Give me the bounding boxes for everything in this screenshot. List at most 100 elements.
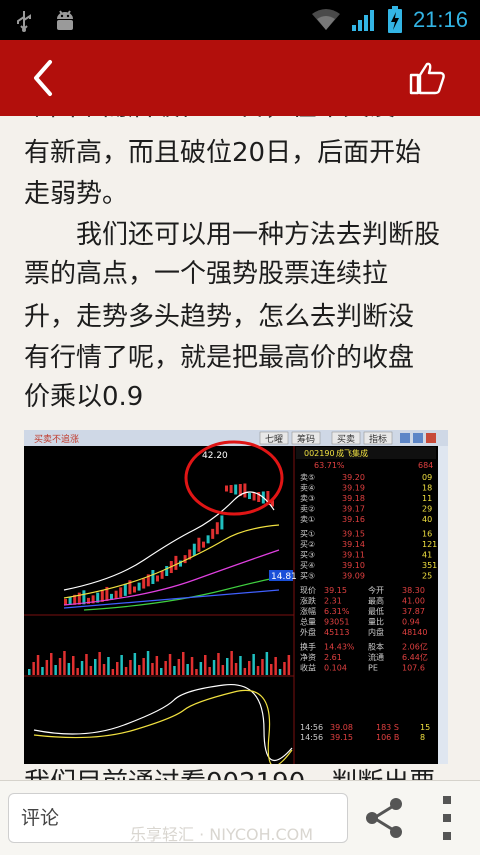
stat-label: 内盘 [368,627,384,637]
volume-bar [41,667,44,675]
stat-value: 45113 [324,628,349,637]
order-price: 39.14 [342,540,365,549]
order-label: 卖② [300,505,315,514]
battery-charging-icon [387,6,402,33]
volume-bar [80,661,84,675]
order-volume: 351 [422,561,437,570]
volume-bar [195,669,198,675]
order-label: 卖⑤ [300,473,315,482]
stat-label: 股本 [368,642,384,652]
candle [243,483,247,498]
peak-price-label: 42.20 [202,451,228,461]
order-volume: 121 [422,540,437,549]
article-line: 走弱势。 [24,179,129,209]
volume-bar [270,664,273,675]
peak-highlight-circle [184,440,284,516]
quote-board: 002190 成飞集成 63.71% 684 卖⑤ 39.20 09 卖④ 39.19 1… [296,447,437,742]
stat-label: 今开 [368,585,384,595]
stat-label: 流通 [368,652,384,662]
order-volume: 16 [422,530,432,539]
volume-bar [186,664,189,675]
tick-price: 39.15 [330,733,353,742]
volume-bar [63,651,66,675]
candle [225,485,228,492]
order-volume: 09 [422,473,432,482]
order-price: 39.19 [342,484,365,493]
chart-toolbar-item: 买卖 [337,434,355,445]
tick-volume: 106 B [376,733,399,742]
article-line: 有行情了呢，就是把最高价的收盘 [24,343,415,373]
tick-time: 14:56 [300,723,323,732]
candle [206,535,210,544]
ratio-value: 684 [418,461,433,470]
share-icon[interactable] [362,795,406,841]
volume-bar [72,656,75,675]
volume-bar [208,667,211,675]
price-panel: 42.20 14.81 [24,440,297,764]
article-content: 个回个而后破位20日，在不天没 有新高，而且破位20日，后面开始 走弱势。 我们… [0,116,480,780]
volume-bar [120,655,123,675]
candle [252,492,256,501]
article-line-partial-bottom: 我们目前通过看002190，判断出要 [24,762,435,780]
level-label: 14.81 [271,572,297,582]
volume-bar [221,665,225,675]
stat-label: 最高 [368,596,384,606]
volume-bar [190,657,194,675]
order-label: 买③ [300,551,315,560]
candle [82,590,86,605]
volume-bar [111,669,115,675]
order-label: 卖③ [300,494,315,503]
stat-value: 2.06亿 [402,642,428,652]
stat-value: 14.43% [324,643,355,652]
volume-bar [243,668,247,675]
stat-label: PE [368,664,378,673]
chevron-left-icon[interactable] [26,58,60,98]
chart-toolbar-item: 七曜 [265,434,283,445]
candle [165,566,169,577]
volume-bar [261,659,264,675]
stat-label: 总量 [300,617,316,627]
candle [211,528,215,539]
tick-time: 14:56 [300,733,323,742]
stat-label: 量比 [368,617,384,627]
stat-value: 37.87 [402,607,425,616]
volume-bar [256,666,260,675]
volume-bar [94,659,97,675]
stat-label: 净资 [300,652,316,662]
volume-bar [234,663,238,675]
stock-name: 成飞集成 [336,448,368,458]
order-label: 买④ [300,561,315,570]
stat-label: 最低 [368,606,384,616]
article-line: 价乘以0.9 [24,382,144,412]
stat-value: 6.31% [324,607,350,616]
order-label: 卖④ [300,484,315,493]
volume-bar [204,655,207,675]
stat-value: 6.44亿 [402,652,428,662]
order-volume: 41 [422,551,432,560]
candle [229,485,233,493]
tick-count: 15 [420,723,430,732]
more-vertical-icon[interactable] [432,791,462,845]
ratio-label: 63.71% [314,461,345,470]
volume-bar [67,663,71,675]
volume-bar [102,664,106,675]
chart-toolbar-item: 指标 [369,433,387,445]
stat-value: 48140 [402,628,427,637]
candle [156,575,159,582]
status-bar: 21:16 [0,0,480,40]
thumbs-up-icon[interactable] [408,60,448,96]
usb-icon [17,11,31,32]
article-line: 票的高点，一个强势股票连续拉 [24,259,389,289]
candle [64,599,67,605]
order-price: 39.11 [342,551,365,560]
status-notifications [14,8,78,34]
volume-bar [265,652,269,675]
order-price: 39.18 [342,494,365,503]
order-volume: 18 [422,484,432,493]
stat-label: 现价 [300,586,316,595]
wifi-icon [311,9,340,30]
stat-value: 0.104 [324,664,347,673]
order-label: 买⑤ [300,572,315,581]
volume-bar [45,660,49,675]
volume-bar [283,662,286,675]
